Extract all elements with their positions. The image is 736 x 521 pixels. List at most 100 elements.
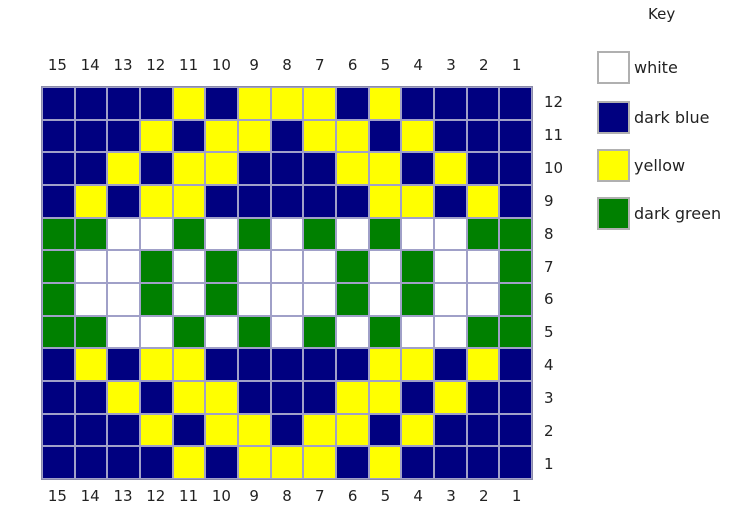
- grid-cell-yellow: [75, 349, 107, 380]
- grid-cell-dark-blue: [467, 414, 499, 446]
- row-label: 6: [544, 290, 554, 309]
- grid-cell-white: [75, 283, 107, 315]
- grid-cell-yellow: [140, 414, 172, 446]
- swatch-white: [597, 51, 630, 84]
- grid-cell-dark-green: [369, 218, 401, 250]
- grid-cell-dark-blue: [434, 185, 466, 217]
- grid-cell-dark-blue: [304, 349, 335, 380]
- key-item-white: white: [597, 51, 678, 84]
- grid-cell-dark-green: [140, 283, 172, 315]
- grid-cell-dark-green: [140, 251, 172, 282]
- grid-cell-yellow: [336, 120, 368, 152]
- key-item-dark-green: dark green: [597, 197, 721, 230]
- grid-cell-dark-green: [173, 218, 205, 250]
- grid-cell-white: [336, 218, 368, 250]
- column-label: 15: [47, 56, 67, 74]
- grid-cell-yellow: [369, 381, 401, 413]
- key-label: white: [634, 58, 678, 77]
- column-label: 14: [80, 487, 100, 505]
- column-label: 8: [282, 487, 292, 505]
- column-label: 1: [511, 487, 522, 505]
- grid-cell-white: [271, 218, 303, 250]
- grid-cell-dark-blue: [271, 153, 303, 184]
- grid-cell-dark-blue: [206, 185, 237, 217]
- grid-cell-dark-blue: [402, 88, 433, 119]
- column-label: 12: [146, 487, 166, 505]
- grid-cell-yellow: [402, 414, 433, 446]
- grid-cell-dark-green: [206, 283, 237, 315]
- key-label: yellow: [634, 156, 686, 175]
- key-title: Key: [648, 5, 676, 23]
- grid-cell-yellow: [108, 153, 139, 184]
- row-label: 2: [544, 421, 554, 440]
- grid-cell-dark-blue: [304, 381, 335, 413]
- grid-cell-dark-blue: [43, 381, 74, 413]
- grid-cell-dark-green: [238, 316, 270, 348]
- grid-cell-dark-blue: [467, 153, 499, 184]
- swatch-dark-green: [597, 197, 630, 230]
- grid-cell-white: [271, 316, 303, 348]
- grid-cell-white: [238, 251, 270, 282]
- column-label: 10: [211, 56, 231, 74]
- column-label: 6: [347, 487, 358, 505]
- grid-cell-dark-blue: [75, 381, 107, 413]
- column-label: 14: [80, 56, 100, 74]
- column-label: 11: [179, 487, 199, 505]
- grid-cell-white: [108, 251, 139, 282]
- grid-cell-dark-green: [467, 316, 499, 348]
- column-label: 4: [413, 487, 423, 505]
- grid-cell-dark-blue: [108, 120, 139, 152]
- row-label: 5: [544, 323, 554, 342]
- grid-cell-yellow: [173, 447, 205, 478]
- grid-cell-dark-blue: [434, 120, 466, 152]
- grid-cell-dark-blue: [206, 88, 237, 119]
- grid-cell-yellow: [206, 153, 237, 184]
- swatch-dark-blue: [597, 101, 630, 134]
- grid-cell-yellow: [271, 447, 303, 478]
- grid-cell-dark-blue: [500, 381, 531, 413]
- grid-cell-white: [108, 218, 139, 250]
- grid-cell-dark-blue: [75, 88, 107, 119]
- grid-cell-white: [434, 218, 466, 250]
- grid-cell-dark-green: [500, 218, 531, 250]
- column-label: 12: [146, 56, 166, 74]
- grid-cell-white: [467, 283, 499, 315]
- grid-cell-yellow: [304, 88, 335, 119]
- grid-cell-white: [271, 251, 303, 282]
- grid-cell-yellow: [238, 414, 270, 446]
- grid-cell-yellow: [402, 349, 433, 380]
- grid-cell-dark-blue: [43, 88, 74, 119]
- grid-cell-dark-blue: [369, 414, 401, 446]
- row-label: 7: [544, 257, 554, 276]
- grid-cell-yellow: [369, 447, 401, 478]
- grid-cell-dark-blue: [467, 120, 499, 152]
- grid-cell-dark-green: [43, 283, 74, 315]
- row-label: 3: [544, 388, 554, 407]
- grid-cell-white: [238, 283, 270, 315]
- grid-cell-dark-blue: [108, 88, 139, 119]
- grid-cell-dark-green: [75, 316, 107, 348]
- grid-cell-dark-blue: [336, 88, 368, 119]
- grid-cell-yellow: [238, 88, 270, 119]
- grid-cell-yellow: [336, 153, 368, 184]
- grid-cell-dark-green: [500, 316, 531, 348]
- grid-cell-dark-blue: [173, 414, 205, 446]
- grid-cell-dark-blue: [206, 447, 237, 478]
- grid-cell-yellow: [75, 185, 107, 217]
- grid-cell-dark-blue: [43, 185, 74, 217]
- grid-cell-yellow: [140, 349, 172, 380]
- grid-cell-yellow: [173, 88, 205, 119]
- grid-cell-dark-blue: [434, 88, 466, 119]
- column-label: 9: [249, 56, 259, 74]
- grid-cell-white: [140, 218, 172, 250]
- grid-cell-dark-blue: [238, 349, 270, 380]
- grid-cell-yellow: [369, 349, 401, 380]
- grid-cell-yellow: [271, 88, 303, 119]
- grid-cell-white: [369, 283, 401, 315]
- grid-cell-yellow: [434, 153, 466, 184]
- grid-cell-dark-blue: [43, 120, 74, 152]
- key-item-yellow: yellow: [597, 149, 685, 182]
- grid-cell-dark-blue: [402, 381, 433, 413]
- grid-cell-dark-green: [206, 251, 237, 282]
- grid-cell-yellow: [206, 381, 237, 413]
